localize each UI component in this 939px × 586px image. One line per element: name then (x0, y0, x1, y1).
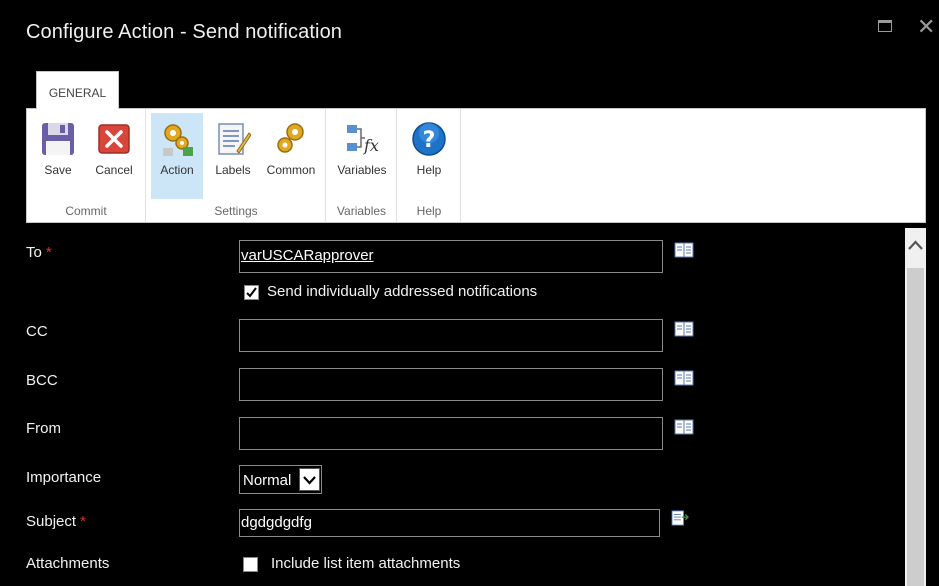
importance-field-label: Importance (26, 469, 102, 486)
importance-select[interactable]: Normal (239, 465, 322, 494)
variables-fx-icon: fx (347, 125, 379, 155)
close-icon: ✕ (917, 14, 936, 39)
svg-text:fx: fx (363, 136, 379, 155)
individual-checkbox[interactable] (244, 285, 259, 300)
common-label: Common (266, 163, 316, 177)
save-label: Save (44, 163, 72, 177)
dropdown-arrow[interactable] (299, 468, 320, 491)
ribbon-group-variables: fx Variables Variables (327, 109, 397, 222)
ribbon-group-commit: Save Cancel Commit (27, 109, 146, 222)
bcc-field-label: BCC (26, 372, 58, 389)
importance-selected-value: Normal (243, 472, 292, 489)
group-label-variables: Variables (336, 204, 387, 218)
labels-button[interactable]: Labels (207, 113, 259, 199)
save-button[interactable]: Save (33, 113, 83, 199)
labels-label: Labels (215, 163, 251, 177)
ribbon: Save Cancel Commit Action Labels Common … (26, 108, 926, 223)
chevron-up-icon (908, 240, 923, 250)
variables-button[interactable]: fx Variables (332, 113, 392, 199)
ribbon-group-help: ? Help Help (398, 109, 461, 222)
group-label-help: Help (416, 204, 442, 218)
labels-icon (218, 123, 251, 155)
maximize-button[interactable] (876, 18, 894, 36)
chevron-down-icon (303, 476, 316, 485)
to-input[interactable]: varUSCARapprover (239, 240, 663, 273)
to-field-label: To * (26, 244, 52, 261)
vertical-scrollbar[interactable] (905, 228, 926, 586)
close-button[interactable]: ✕ (917, 16, 935, 38)
address-book-icon[interactable] (674, 242, 694, 258)
cancel-label: Cancel (95, 163, 133, 177)
bcc-input[interactable] (239, 368, 663, 401)
svg-text:?: ? (423, 128, 436, 153)
scroll-up-button[interactable] (905, 236, 926, 256)
subject-input[interactable]: dgdgdgdfg (239, 509, 660, 537)
variables-label: Variables (337, 163, 387, 177)
save-icon (42, 123, 74, 155)
cc-field-label: CC (26, 323, 48, 340)
from-field-label: From (26, 420, 61, 437)
action-label: Action (160, 163, 194, 177)
help-icon: ? (412, 122, 446, 156)
attachments-checkbox[interactable] (243, 557, 258, 572)
attachments-checkbox-label: Include list item attachments (271, 555, 461, 572)
action-button[interactable]: Action (151, 113, 203, 199)
help-label: Help (416, 163, 442, 177)
address-book-icon[interactable] (674, 370, 694, 386)
from-input[interactable] (239, 417, 663, 450)
insert-reference-icon[interactable] (670, 510, 690, 526)
address-book-icon[interactable] (674, 419, 694, 435)
help-button[interactable]: ? Help (403, 113, 455, 199)
common-button[interactable]: Common (261, 113, 321, 199)
tab-general[interactable]: GENERAL (36, 71, 119, 109)
cancel-button[interactable]: Cancel (88, 113, 140, 199)
checkmark-icon (246, 287, 257, 298)
cancel-icon (98, 124, 130, 154)
attachments-field-label: Attachments (26, 555, 110, 572)
subject-field-label: Subject * (26, 513, 86, 530)
individual-checkbox-label: Send individually addressed notification… (267, 283, 538, 300)
address-book-icon[interactable] (674, 321, 694, 337)
maximize-icon (878, 20, 892, 32)
ribbon-group-settings: Action Labels Common Settings (147, 109, 326, 222)
cc-input[interactable] (239, 319, 663, 352)
dialog-title: Configure Action - Send notification (26, 21, 343, 43)
required-marker: * (80, 513, 86, 530)
common-gears-icon (277, 123, 304, 153)
group-label-settings: Settings (214, 204, 258, 218)
group-label-commit: Commit (65, 204, 107, 218)
required-marker: * (45, 244, 52, 261)
scroll-thumb[interactable] (907, 268, 924, 586)
action-gears-icon (163, 124, 193, 156)
